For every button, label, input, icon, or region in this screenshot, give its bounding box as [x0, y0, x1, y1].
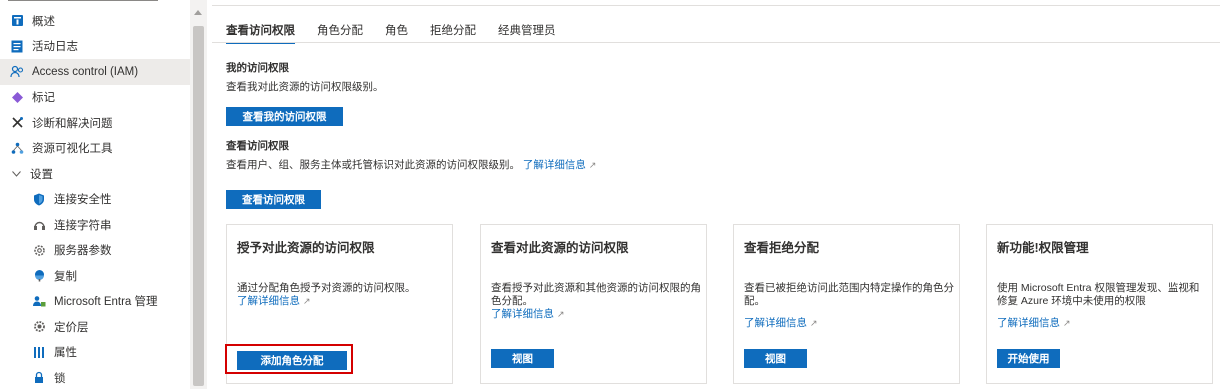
get-started-button[interactable]: 开始使用	[997, 349, 1060, 368]
my-access-title: 我的访问权限	[226, 62, 289, 74]
sidebar-item-properties[interactable]: 属性	[0, 340, 190, 366]
sidebar-item-replication[interactable]: 复制	[0, 263, 190, 289]
replication-icon	[32, 269, 46, 283]
my-access-description: 查看我对此资源的访问权限级别。	[226, 81, 384, 93]
card-description: 查看已被拒绝访问此范围内特定操作的角色分配。	[744, 282, 954, 307]
external-link-icon: ↗	[303, 296, 311, 306]
red-highlight-box	[225, 344, 353, 374]
connection-string-icon	[32, 218, 46, 232]
sidebar-item-tags[interactable]: 标记	[0, 85, 190, 111]
sidebar-item-label: 连接安全性	[54, 194, 112, 207]
sidebar-nav: 概述 活动日志 Access control (IAM) 标记 诊断和解决问题	[0, 8, 190, 389]
external-link-icon: ↗	[557, 309, 565, 319]
view-access-card: 查看对此资源的访问权限 查看授予对此资源和其他资源的访问权限的角色分配。 了解详…	[480, 224, 707, 384]
sidebar-item-locks[interactable]: 锁	[0, 365, 190, 389]
sidebar-item-label: 活动日志	[32, 41, 78, 54]
sidebar-item-pricing-tier[interactable]: 定价层	[0, 314, 190, 340]
sidebar-item-connection-strings[interactable]: 连接字符串	[0, 212, 190, 238]
check-access-section: 查看访问权限 查看用户、组、服务主体或托管标识对此资源的访问权限级别。 了解详细…	[226, 138, 596, 209]
card-title: 查看对此资源的访问权限	[491, 241, 629, 255]
tab-roles[interactable]: 角色	[385, 22, 408, 44]
check-access-button[interactable]: 查看访问权限	[226, 190, 321, 209]
sidebar-item-activity-log[interactable]: 活动日志	[0, 34, 190, 60]
shield-icon	[32, 192, 46, 206]
card-title: 新功能!权限管理	[997, 241, 1089, 255]
view-my-access-button[interactable]: 查看我的访问权限	[226, 107, 343, 126]
sidebar-item-iam[interactable]: Access control (IAM)	[0, 59, 190, 85]
sidebar: 概述 活动日志 Access control (IAM) 标记 诊断和解决问题	[0, 0, 190, 389]
tab-deny-assignments[interactable]: 拒绝分配	[430, 22, 476, 44]
check-access-description-text: 查看用户、组、服务主体或托管标识对此资源的访问权限级别。	[226, 159, 520, 171]
card-learn-more-link[interactable]: 了解详细信息 ↗	[997, 317, 1202, 330]
deny-assignments-card: 查看拒绝分配 查看已被拒绝访问此范围内特定操作的角色分配。 了解详细信息 ↗ 视图	[733, 224, 960, 384]
sidebar-divider	[8, 0, 158, 1]
pricing-icon	[32, 320, 46, 334]
sidebar-item-label: 属性	[54, 347, 77, 360]
sidebar-group-settings[interactable]: 设置	[0, 161, 190, 187]
check-access-description: 查看用户、组、服务主体或托管标识对此资源的访问权限级别。 了解详细信息 ↗	[226, 157, 596, 172]
gear-icon	[32, 243, 46, 257]
external-link-icon: ↗	[1063, 318, 1071, 328]
lock-icon	[32, 371, 46, 385]
check-access-title: 查看访问权限	[226, 140, 289, 152]
properties-icon	[32, 345, 46, 359]
sidebar-item-entra-admin[interactable]: Microsoft Entra 管理	[0, 289, 190, 315]
sidebar-item-overview[interactable]: 概述	[0, 8, 190, 34]
chevron-down-icon	[10, 168, 22, 180]
sidebar-item-label: 资源可视化工具	[32, 143, 113, 156]
header-divider	[212, 5, 1220, 6]
activity-log-icon	[10, 39, 24, 53]
tab-classic-administrators[interactable]: 经典管理员	[498, 22, 556, 44]
card-title: 授予对此资源的访问权限	[237, 241, 375, 255]
sidebar-scrollbar[interactable]	[190, 0, 207, 389]
card-learn-more-link[interactable]: 了解详细信息 ↗	[237, 295, 442, 308]
tab-role-assignments[interactable]: 角色分配	[317, 22, 363, 44]
iam-icon	[10, 65, 24, 79]
tab-check-access[interactable]: 查看访问权限	[226, 22, 295, 44]
my-access-section: 我的访问权限 查看我对此资源的访问权限级别。 查看我的访问权限	[226, 60, 384, 126]
card-description: 使用 Microsoft Entra 权限管理发现、监视和修复 Azure 环境…	[997, 282, 1200, 307]
sidebar-item-server-parameters[interactable]: 服务器参数	[0, 238, 190, 264]
sidebar-item-connection-security[interactable]: 连接安全性	[0, 187, 190, 213]
card-description: 通过分配角色授予对资源的访问权限。	[237, 282, 416, 294]
tab-bar-divider	[212, 42, 1220, 43]
permissions-management-card: 新功能!权限管理 使用 Microsoft Entra 权限管理发现、监视和修复…	[986, 224, 1213, 384]
sidebar-item-label: 复制	[54, 270, 77, 283]
sidebar-item-label: 设置	[30, 168, 53, 181]
overview-icon	[10, 14, 24, 28]
entra-icon	[32, 294, 46, 308]
sidebar-item-resource-visualizer[interactable]: 资源可视化工具	[0, 136, 190, 162]
visualizer-icon	[10, 141, 24, 155]
view-deny-assignments-button[interactable]: 视图	[744, 349, 807, 368]
scrollbar-thumb[interactable]	[193, 26, 204, 386]
view-role-assignments-button[interactable]: 视图	[491, 349, 554, 368]
diagnose-icon	[10, 116, 24, 130]
external-link-icon: ↗	[588, 160, 597, 170]
card-description: 查看授予对此资源和其他资源的访问权限的角色分配。	[491, 282, 701, 307]
learn-more-link[interactable]: 了解详细信息	[523, 159, 586, 171]
sidebar-item-label: Microsoft Entra 管理	[54, 296, 158, 309]
card-learn-more-link[interactable]: 了解详细信息 ↗	[744, 317, 949, 330]
sidebar-item-label: 连接字符串	[54, 219, 112, 232]
scroll-up-arrow-icon[interactable]	[194, 10, 202, 15]
sidebar-item-label: 概述	[32, 15, 55, 28]
tag-icon	[10, 90, 24, 104]
sidebar-item-label: 服务器参数	[54, 245, 112, 258]
external-link-icon: ↗	[810, 318, 818, 328]
sidebar-item-label: 定价层	[54, 321, 89, 334]
sidebar-item-label: Access control (IAM)	[32, 65, 139, 78]
sidebar-item-label: 锁	[54, 372, 66, 385]
sidebar-item-label: 标记	[32, 92, 55, 105]
card-title: 查看拒绝分配	[744, 241, 820, 255]
sidebar-item-diagnose[interactable]: 诊断和解决问题	[0, 110, 190, 136]
card-learn-more-link[interactable]: 了解详细信息 ↗	[491, 308, 696, 321]
tab-bar: 查看访问权限 角色分配 角色 拒绝分配 经典管理员	[226, 22, 578, 44]
sidebar-item-label: 诊断和解决问题	[32, 117, 113, 130]
